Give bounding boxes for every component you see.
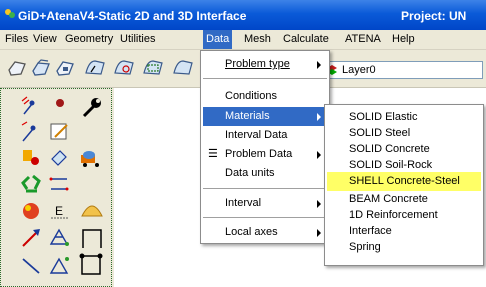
surface-icon[interactable]: [19, 145, 45, 171]
dimension-icon[interactable]: [47, 171, 73, 197]
frame-icon[interactable]: [79, 224, 105, 250]
menu-atena[interactable]: ATENA: [345, 33, 381, 45]
edit-icon[interactable]: [47, 119, 73, 145]
point-marker-icon[interactable]: [47, 94, 73, 120]
material-label: 1D Reinforcement: [349, 209, 438, 221]
menu-utilities[interactable]: Utilities: [120, 33, 155, 45]
zoom-in-icon[interactable]: [112, 56, 136, 80]
menu-files[interactable]: Files: [5, 33, 28, 45]
material-label: SOLID Elastic: [349, 111, 418, 123]
redraw-icon[interactable]: [171, 56, 195, 80]
interval-data-label: Interval Data: [225, 129, 288, 141]
material-label: Spring: [349, 241, 381, 253]
eraser-icon[interactable]: [47, 145, 73, 171]
submenu-arrow-icon: [317, 229, 321, 237]
local-axes-label: Local axes: [225, 226, 278, 238]
material-label: SOLID Steel: [349, 127, 411, 139]
mesh-select-icon[interactable]: [47, 251, 73, 277]
menu-item-interval-data[interactable]: Interval Data: [203, 126, 327, 145]
wrench-icon[interactable]: [79, 94, 105, 120]
menu-help[interactable]: Help: [392, 33, 415, 45]
polyline-icon[interactable]: [19, 251, 45, 277]
shell-icon[interactable]: [79, 198, 105, 224]
menu-item-materials[interactable]: Materials: [203, 107, 327, 126]
interval-label: Interval: [225, 197, 262, 209]
volume-icon[interactable]: [19, 198, 45, 224]
materials-label: Materials: [225, 110, 270, 122]
menu-bar: Files View Geometry Utilities Data Mesh …: [0, 30, 486, 50]
menu-item-problem-data[interactable]: ☰ Problem Data: [203, 145, 327, 164]
material-label: BEAM Concrete: [349, 193, 428, 205]
menu-view[interactable]: View: [33, 33, 57, 45]
concrete-mixer-icon[interactable]: [79, 145, 105, 171]
mesh-icon[interactable]: [47, 224, 73, 250]
recycle-icon[interactable]: [19, 171, 45, 197]
menu-item-conditions[interactable]: Conditions: [203, 87, 327, 106]
open-icon[interactable]: [29, 56, 53, 80]
material-label: SHELL Concrete-Steel: [349, 175, 460, 187]
layer-select[interactable]: Layer0: [323, 61, 483, 79]
data-units-label: Data units: [225, 167, 275, 179]
svg-text:E: E: [55, 204, 63, 218]
menu-item-problem-type[interactable]: Problem type: [203, 55, 327, 74]
menu-calculate[interactable]: Calculate: [283, 33, 329, 45]
problem-type-label: Problem type: [225, 58, 290, 70]
conditions-label: Conditions: [225, 90, 277, 102]
left-toolbar: E: [0, 88, 114, 287]
menu-mesh[interactable]: Mesh: [244, 33, 271, 45]
app-icon: [5, 9, 15, 18]
menu-separator: [203, 188, 327, 189]
menu-data[interactable]: Data: [203, 30, 233, 49]
layer-value: Layer0: [342, 64, 376, 76]
project-label: Project: UN: [401, 9, 467, 23]
menu-item-local-axes[interactable]: Local axes: [203, 223, 327, 242]
data-menu: Problem type Conditions Materials Interv…: [200, 50, 330, 244]
submenu-arrow-icon: [317, 61, 321, 69]
problem-data-label: Problem Data: [225, 148, 293, 160]
list-icon: ☰: [208, 148, 218, 160]
menu-geometry[interactable]: Geometry: [65, 33, 113, 45]
menu-item-data-units[interactable]: Data units: [203, 164, 327, 183]
window-title: GiD+AtenaV4-Static 2D and 3D Interface: [18, 9, 247, 23]
material-shell-concrete-steel[interactable]: SHELL Concrete-Steel: [327, 172, 481, 191]
save-icon[interactable]: [53, 56, 77, 80]
draw-line-icon[interactable]: [19, 224, 45, 250]
support-icon[interactable]: [79, 251, 105, 277]
zoom-frame-icon[interactable]: [141, 56, 165, 80]
material-label: SOLID Soil-Rock: [349, 159, 433, 171]
select-point-icon[interactable]: [19, 94, 45, 120]
zoom-icon[interactable]: [83, 56, 107, 80]
text-icon[interactable]: E: [47, 198, 73, 224]
materials-submenu: SOLID Elastic SOLID Steel SOLID Concrete…: [324, 104, 484, 266]
title-bar: GiD+AtenaV4-Static 2D and 3D Interface P…: [0, 0, 486, 30]
menu-separator: [203, 217, 327, 218]
material-label: SOLID Concrete: [349, 143, 430, 155]
menu-item-interval[interactable]: Interval: [203, 194, 327, 213]
material-label: Interface: [349, 225, 392, 237]
menu-separator: [203, 78, 327, 79]
select-line-icon[interactable]: [19, 119, 45, 145]
submenu-arrow-icon: [317, 151, 321, 159]
material-spring[interactable]: Spring: [327, 238, 481, 257]
submenu-arrow-icon: [317, 200, 321, 208]
new-icon[interactable]: [5, 56, 29, 80]
submenu-arrow-icon: [317, 113, 321, 121]
